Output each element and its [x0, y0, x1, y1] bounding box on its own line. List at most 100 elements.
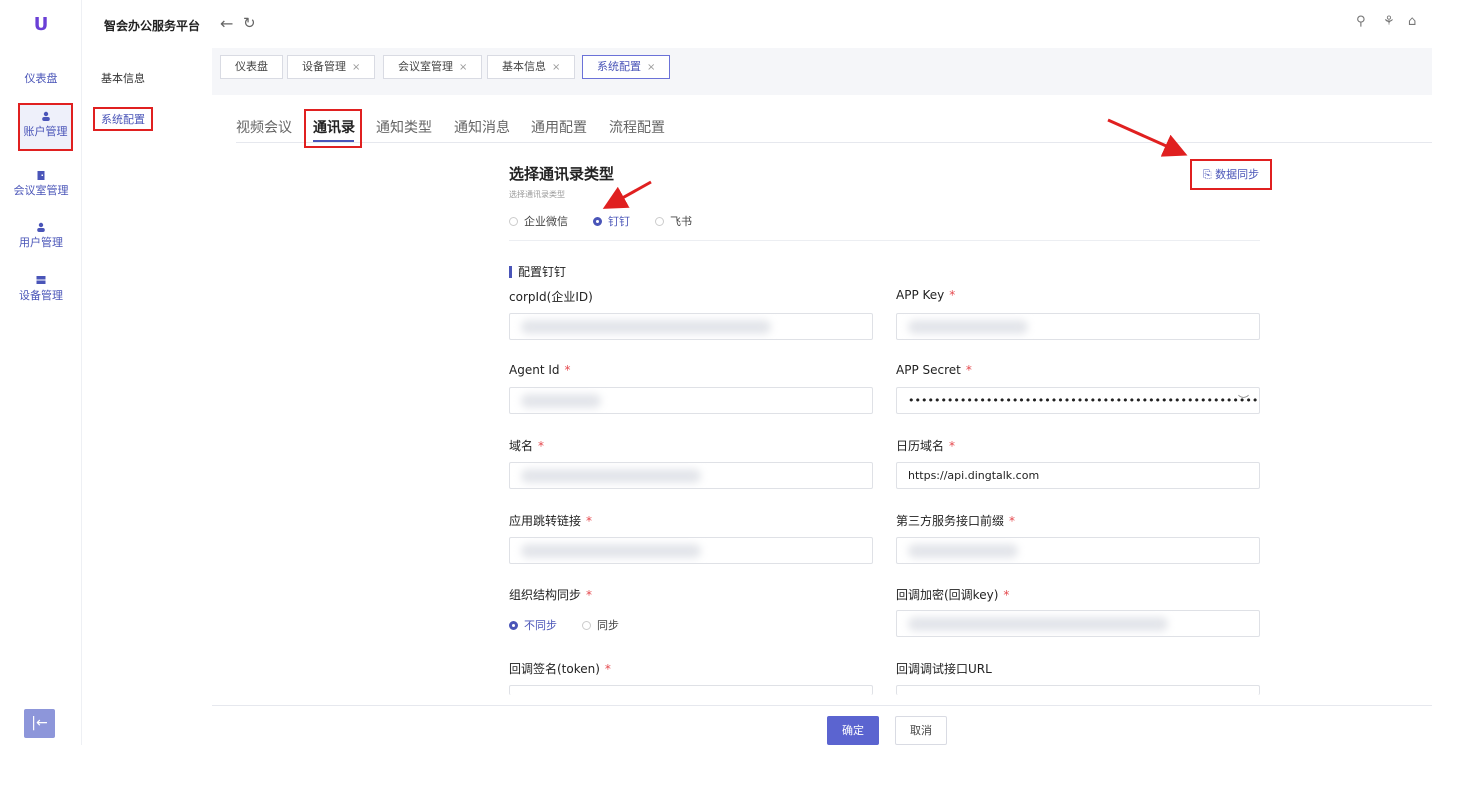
org-sync-label: 组织结构同步 * — [509, 586, 592, 603]
submenu-item-system-config[interactable]: 系统配置 — [93, 107, 153, 131]
radio-circle — [509, 621, 518, 630]
collapse-icon: |← — [31, 715, 48, 731]
door-icon — [37, 171, 45, 180]
rail-item-label: 账户管理 — [23, 125, 68, 138]
radio-no-sync[interactable]: 不同步 — [509, 617, 557, 633]
domain-label: 域名 * — [509, 437, 544, 454]
password-value: ••••••••••••••••••••••••••••••••••••••••… — [908, 394, 1260, 407]
field-label: corpId(企业ID) — [509, 290, 593, 304]
section-subtitle: 选择通讯录类型 — [509, 190, 565, 199]
calendar-domain-input[interactable]: https://api.dingtalk.com — [896, 462, 1260, 489]
tab-basic-info[interactable]: 基本信息 × — [487, 55, 576, 79]
user-icon — [41, 111, 50, 121]
calendar-domain-label: 日历域名 * — [896, 437, 955, 454]
radio-label: 同步 — [597, 619, 619, 632]
shirt-icon[interactable]: ⚘ — [1383, 14, 1395, 29]
config-header: 配置钉钉 — [509, 263, 566, 280]
required-mark: * — [564, 363, 571, 377]
app-secret-input[interactable]: ••••••••••••••••••••••••••••••••••••••••… — [896, 387, 1260, 414]
tab-dashboard[interactable]: 仪表盘 — [220, 55, 283, 79]
server-icon — [36, 276, 46, 284]
domain-input[interactable] — [509, 462, 873, 489]
app-jump-link-label: 应用跳转链接 * — [509, 512, 592, 529]
tab-system-config[interactable]: 系统配置 × — [582, 55, 671, 79]
close-icon[interactable]: × — [459, 62, 467, 73]
collapse-sidebar-button[interactable]: |← — [24, 709, 55, 738]
field-label: 组织结构同步 — [509, 588, 582, 602]
rail-item-devices[interactable]: 设备管理 — [0, 275, 82, 303]
icon-rail: U 仪表盘 账户管理 会议室管理 用户管理 设备管理 |← — [0, 0, 82, 745]
rail-item-label: 仪表盘 — [24, 72, 58, 85]
field-label: 回调加密(回调key) — [896, 588, 999, 602]
agent-id-label: Agent Id * — [509, 363, 571, 377]
tab-device-management[interactable]: 设备管理 × — [287, 55, 376, 79]
redacted-value — [521, 469, 701, 483]
radio-wecom[interactable]: 企业微信 — [509, 213, 568, 229]
radio-circle — [593, 217, 602, 226]
tab-notification-message[interactable]: 通知消息 — [454, 117, 510, 137]
close-icon[interactable]: × — [647, 62, 655, 73]
rail-item-dashboard[interactable]: 仪表盘 — [0, 70, 82, 86]
rail-item-users[interactable]: 用户管理 — [0, 222, 82, 250]
rail-item-account[interactable]: 账户管理 — [18, 103, 73, 151]
tab-general-config[interactable]: 通用配置 — [531, 117, 587, 137]
required-mark: * — [538, 439, 545, 453]
sync-button-label: 数据同步 — [1215, 168, 1260, 181]
rail-item-meeting-room[interactable]: 会议室管理 — [0, 170, 82, 198]
field-label: APP Key — [896, 288, 945, 302]
tab-meeting-room-management[interactable]: 会议室管理 × — [383, 55, 483, 79]
back-arrow-icon[interactable]: ← — [220, 14, 233, 33]
required-mark: * — [586, 514, 593, 528]
third-party-prefix-label: 第三方服务接口前缀 * — [896, 512, 1015, 529]
field-label: 第三方服务接口前缀 — [896, 514, 1005, 528]
required-mark: * — [604, 662, 611, 676]
footer-divider — [212, 705, 1432, 706]
radio-feishu[interactable]: 飞书 — [655, 213, 692, 229]
app-key-input[interactable] — [896, 313, 1260, 340]
radio-sync[interactable]: 同步 — [582, 617, 619, 633]
radio-label: 飞书 — [670, 215, 692, 228]
corp-id-label: corpId(企业ID) — [509, 288, 593, 305]
sync-icon: ⎘ — [1202, 168, 1212, 181]
agent-id-input[interactable] — [509, 387, 873, 414]
radio-circle — [509, 217, 518, 226]
refresh-icon[interactable]: ↻ — [243, 14, 256, 32]
callback-debug-url-input[interactable] — [896, 685, 1260, 695]
redacted-value — [521, 320, 771, 334]
tab-notification-type[interactable]: 通知类型 — [376, 117, 432, 137]
radio-dingtalk[interactable]: 钉钉 — [593, 213, 630, 229]
app-window: U 仪表盘 账户管理 会议室管理 用户管理 设备管理 |← 智会办公服务平台 基… — [0, 0, 1460, 799]
tab-label: 会议室管理 — [398, 60, 453, 73]
redacted-value — [908, 544, 1018, 558]
data-sync-button[interactable]: ⎘ 数据同步 — [1190, 159, 1272, 190]
field-label: 回调签名(token) — [509, 662, 600, 676]
field-label: APP Secret — [896, 363, 961, 377]
search-icon[interactable]: ⚲ — [1356, 14, 1366, 29]
close-icon[interactable]: × — [552, 62, 560, 73]
callback-sign-input[interactable] — [509, 685, 873, 695]
eye-closed-icon[interactable]: ︶ — [1238, 388, 1249, 413]
third-party-prefix-input[interactable] — [896, 537, 1260, 564]
highlight-box — [304, 109, 362, 148]
cancel-button[interactable]: 取消 — [895, 716, 947, 745]
callback-encrypt-label: 回调加密(回调key) * — [896, 586, 1009, 603]
user-icon — [37, 222, 45, 232]
callback-encrypt-input[interactable] — [896, 610, 1260, 637]
required-mark: * — [949, 439, 956, 453]
tab-process-config[interactable]: 流程配置 — [609, 117, 665, 137]
tab-video-conference[interactable]: 视频会议 — [236, 117, 292, 137]
field-label: 域名 — [509, 439, 534, 453]
app-jump-link-input[interactable] — [509, 537, 873, 564]
field-label: 应用跳转链接 — [509, 514, 582, 528]
app-logo: U — [33, 14, 49, 35]
lock-icon[interactable]: ⌂ — [1408, 14, 1416, 29]
tab-label: 基本信息 — [502, 60, 546, 73]
redacted-value — [908, 617, 1168, 631]
submenu-item-basic-info[interactable]: 基本信息 — [101, 70, 145, 86]
radio-label: 钉钉 — [608, 215, 630, 228]
confirm-button[interactable]: 确定 — [827, 716, 879, 745]
corp-id-input[interactable] — [509, 313, 873, 340]
callback-debug-url-label: 回调调试接口URL — [896, 660, 992, 677]
field-label: Agent Id — [509, 363, 560, 377]
close-icon[interactable]: × — [352, 62, 360, 73]
